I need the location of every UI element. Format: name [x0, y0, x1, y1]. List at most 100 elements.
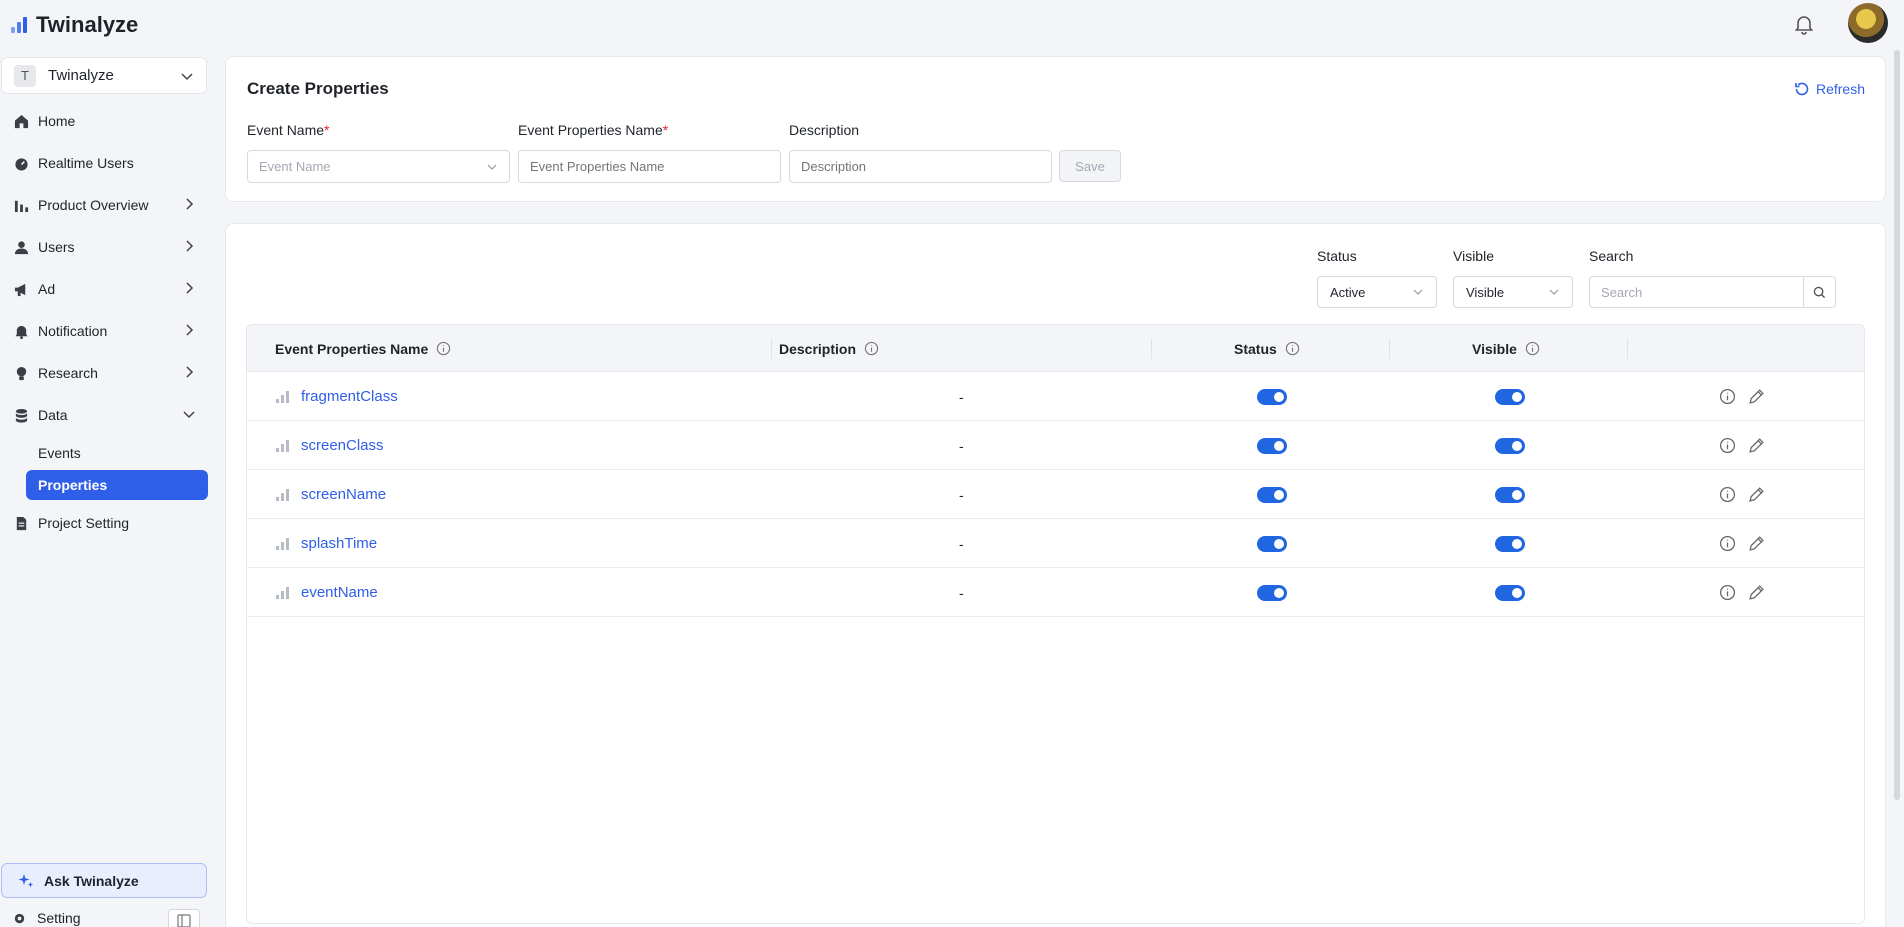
status-toggle[interactable] — [1257, 437, 1287, 454]
info-icon[interactable] — [864, 341, 879, 356]
edit-icon[interactable] — [1748, 584, 1765, 601]
column-header-name: Event Properties Name — [275, 325, 451, 372]
status-toggle[interactable] — [1257, 535, 1287, 552]
event-name-select[interactable]: Event Name — [247, 150, 510, 183]
project-selector[interactable]: T Twinalyze — [1, 57, 207, 94]
bulb-icon — [16, 366, 26, 380]
sidebar-item-realtime-users[interactable]: Realtime Users — [0, 142, 210, 184]
sidebar-item-label: Project Setting — [38, 515, 130, 531]
sidebar-item-label: Home — [38, 113, 76, 129]
signal-bars-icon — [276, 488, 289, 501]
column-header-status: Status — [1234, 325, 1300, 372]
user-icon — [14, 240, 28, 254]
sidebar-subitem-events[interactable]: Events — [26, 438, 208, 468]
status-filter-value: Active — [1330, 284, 1366, 300]
sidebar-nav: Home Realtime Users Product Overview Use… — [0, 100, 210, 544]
sidebar-subitem-properties[interactable]: Properties — [26, 470, 208, 500]
app-logo[interactable]: Twinalyze — [10, 12, 138, 38]
sidebar: T Twinalyze Home Realtime Users Product … — [0, 50, 225, 927]
edit-icon[interactable] — [1748, 535, 1765, 552]
ask-twinalyze-button[interactable]: Ask Twinalyze — [1, 863, 207, 898]
chevron-down-icon — [183, 411, 195, 419]
info-icon[interactable] — [1719, 486, 1736, 503]
document-icon — [16, 516, 26, 530]
edit-icon[interactable] — [1748, 437, 1765, 454]
sidebar-item-home[interactable]: Home — [0, 100, 210, 142]
properties-table-card: Status Active Visible Visible Search Sea… — [225, 223, 1886, 927]
megaphone-icon — [14, 283, 25, 296]
bell-icon[interactable] — [1792, 12, 1816, 36]
edit-icon[interactable] — [1748, 486, 1765, 503]
info-icon[interactable] — [1285, 341, 1300, 356]
sparkle-icon — [18, 873, 34, 887]
create-properties-card: Create Properties Refresh Event Name* Ev… — [225, 56, 1886, 202]
refresh-label: Refresh — [1815, 81, 1865, 97]
visible-toggle[interactable] — [1495, 437, 1525, 454]
sidebar-item-setting[interactable]: Setting — [12, 910, 81, 926]
sidebar-item-product-overview[interactable]: Product Overview — [0, 184, 210, 226]
table-body: fragmentClass - screenClass - screenName… — [247, 372, 1864, 617]
visible-filter-select[interactable]: Visible — [1453, 276, 1573, 308]
logo-icon — [11, 17, 27, 33]
visible-filter-value: Visible — [1466, 284, 1505, 300]
page-scrollbar[interactable] — [1894, 50, 1900, 800]
user-avatar[interactable] — [1848, 3, 1888, 43]
save-button[interactable]: Save — [1059, 150, 1121, 182]
property-name-link[interactable]: splashTime — [301, 535, 377, 552]
search-button[interactable] — [1803, 277, 1835, 307]
description-cell: - — [959, 486, 964, 503]
sidebar-item-project-setting[interactable]: Project Setting — [0, 502, 210, 544]
table-header: Event Properties Name Description Status… — [247, 325, 1864, 372]
chevron-right-icon — [186, 324, 194, 336]
status-toggle[interactable] — [1257, 584, 1287, 601]
info-icon[interactable] — [436, 341, 451, 356]
sidebar-item-label: Research — [38, 365, 98, 381]
sidebar-item-label: Product Overview — [38, 197, 149, 213]
sidebar-item-research[interactable]: Research — [0, 352, 210, 394]
database-icon — [15, 408, 27, 423]
search-field[interactable]: Search — [1589, 276, 1836, 308]
sidebar-item-data[interactable]: Data — [0, 394, 210, 436]
signal-bars-icon — [276, 390, 289, 403]
sidebar-item-notification[interactable]: Notification — [0, 310, 210, 352]
info-icon[interactable] — [1525, 341, 1540, 356]
status-toggle[interactable] — [1257, 388, 1287, 405]
chevron-right-icon — [186, 366, 194, 378]
description-input[interactable] — [789, 150, 1052, 183]
description-cell: - — [959, 388, 964, 405]
sidebar-item-label: Data — [38, 407, 68, 423]
property-name-link[interactable]: eventName — [301, 584, 378, 601]
event-properties-name-input[interactable] — [518, 150, 781, 183]
edit-icon[interactable] — [1748, 388, 1765, 405]
description-label: Description — [789, 122, 860, 138]
visible-toggle[interactable] — [1495, 535, 1525, 552]
visible-toggle[interactable] — [1495, 486, 1525, 503]
property-name-link[interactable]: screenClass — [301, 437, 384, 454]
status-toggle[interactable] — [1257, 486, 1287, 503]
sidebar-item-ad[interactable]: Ad — [0, 268, 210, 310]
chevron-right-icon — [186, 240, 194, 252]
status-filter-select[interactable]: Active — [1317, 276, 1437, 308]
info-icon[interactable] — [1719, 535, 1736, 552]
visible-toggle[interactable] — [1495, 584, 1525, 601]
property-name-link[interactable]: fragmentClass — [301, 388, 398, 405]
app-name: Twinalyze — [36, 12, 139, 37]
home-icon — [14, 114, 28, 128]
property-name-link[interactable]: screenName — [301, 486, 386, 503]
table-row: screenName - — [247, 470, 1864, 519]
sidebar-item-users[interactable]: Users — [0, 226, 210, 268]
info-icon[interactable] — [1719, 584, 1736, 601]
table-row: eventName - — [247, 568, 1864, 617]
signal-bars-icon — [276, 439, 289, 452]
chevron-down-icon — [1549, 289, 1559, 295]
info-icon[interactable] — [1719, 437, 1736, 454]
collapse-sidebar-button[interactable] — [168, 909, 200, 927]
collapse-icon — [177, 914, 191, 927]
search-input[interactable]: Search — [1590, 285, 1803, 300]
top-bar: Twinalyze — [0, 0, 1904, 50]
visible-toggle[interactable] — [1495, 388, 1525, 405]
refresh-button[interactable]: Refresh — [1794, 81, 1865, 97]
info-icon[interactable] — [1719, 388, 1736, 405]
sidebar-item-label: Ad — [38, 281, 56, 297]
table-row: screenClass - — [247, 421, 1864, 470]
